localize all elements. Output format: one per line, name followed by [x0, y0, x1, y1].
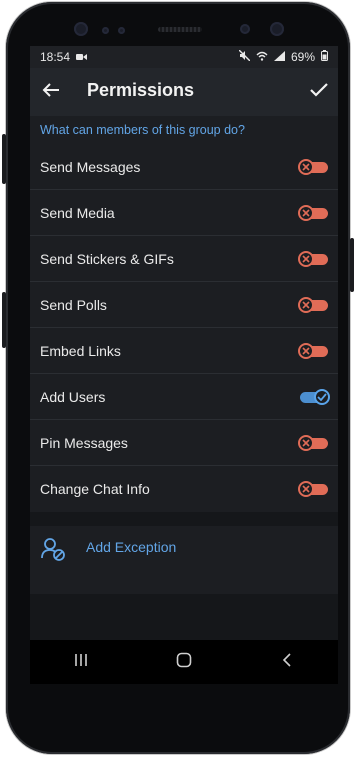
x-icon: [298, 343, 314, 359]
x-icon: [298, 435, 314, 451]
battery-icon: [321, 50, 328, 64]
permission-row[interactable]: Change Chat Info: [30, 466, 338, 512]
permission-label: Send Media: [40, 204, 115, 221]
permission-label: Embed Links: [40, 342, 121, 359]
x-icon: [298, 297, 314, 313]
page-title: Permissions: [87, 80, 195, 100]
permission-label: Send Polls: [40, 296, 107, 313]
permission-toggle[interactable]: [298, 389, 330, 405]
phone-frame: 18:54 69% Permissions What can members o…: [2, 2, 354, 754]
wifi-icon: [256, 50, 268, 64]
permissions-list: Send Messages Send Media Send Stickers & G…: [30, 144, 338, 512]
permissions-content: What can members of this group do? Send …: [30, 116, 338, 570]
confirm-button[interactable]: [304, 78, 334, 106]
permission-label: Send Messages: [40, 158, 141, 175]
section-header: What can members of this group do?: [30, 116, 338, 144]
back-button[interactable]: [36, 78, 66, 106]
x-icon: [298, 205, 314, 221]
permission-label: Send Stickers & GIFs: [40, 250, 174, 267]
user-block-icon: [40, 536, 66, 562]
permission-toggle[interactable]: [298, 251, 328, 267]
add-exception-button[interactable]: Add Exception: [30, 526, 338, 570]
earpiece-speaker: [158, 27, 202, 32]
signal-icon: [273, 50, 285, 64]
check-icon: [314, 389, 330, 405]
permission-label: Change Chat Info: [40, 481, 150, 497]
permission-row[interactable]: Pin Messages: [30, 420, 338, 466]
permission-toggle[interactable]: [298, 481, 328, 497]
permission-toggle[interactable]: [298, 159, 328, 175]
permission-row[interactable]: Send Messages: [30, 144, 338, 190]
permission-row[interactable]: Embed Links: [30, 328, 338, 374]
nav-back-button[interactable]: [267, 647, 307, 677]
permission-row[interactable]: Send Polls: [30, 282, 338, 328]
permission-row[interactable]: Send Stickers & GIFs: [30, 236, 338, 282]
permission-toggle[interactable]: [298, 297, 328, 313]
x-icon: [298, 251, 314, 267]
home-button[interactable]: [164, 647, 204, 677]
add-exception-label: Add Exception: [86, 539, 177, 555]
screen: 18:54 69% Permissions What can members o…: [30, 46, 338, 684]
power-button: [350, 238, 354, 292]
x-icon: [298, 159, 314, 175]
app-bar: Permissions: [30, 68, 338, 116]
navigation-bar: [30, 640, 338, 684]
home-icon: [176, 652, 192, 673]
permission-label: Add Users: [40, 388, 106, 405]
recents-button[interactable]: [61, 647, 101, 677]
sensor-dot-icon: [118, 27, 125, 34]
back-icon: [282, 652, 292, 673]
mute-icon: [238, 49, 251, 64]
permission-toggle[interactable]: [298, 343, 328, 359]
bixby-button: [2, 292, 6, 348]
iris-scanner-icon: [74, 22, 88, 36]
status-time: 18:54: [40, 50, 71, 64]
top-bezel: [6, 2, 350, 42]
permission-toggle[interactable]: [298, 205, 328, 221]
sensor-dot-icon: [102, 27, 109, 34]
x-icon: [298, 481, 314, 497]
permission-label: Pin Messages: [40, 434, 128, 451]
iris-scanner-icon: [270, 22, 284, 36]
permission-toggle[interactable]: [298, 435, 328, 451]
checkmark-icon: [309, 82, 329, 103]
arrow-left-icon: [42, 82, 60, 103]
permission-row[interactable]: Add Users: [30, 374, 338, 420]
permission-row[interactable]: Send Media: [30, 190, 338, 236]
video-icon: [76, 50, 88, 64]
battery-percent: 69%: [290, 50, 315, 64]
volume-button: [2, 134, 6, 184]
front-camera-icon: [240, 24, 250, 34]
recents-icon: [73, 653, 89, 672]
section-divider: [30, 512, 338, 526]
status-bar: 18:54 69%: [30, 46, 338, 68]
